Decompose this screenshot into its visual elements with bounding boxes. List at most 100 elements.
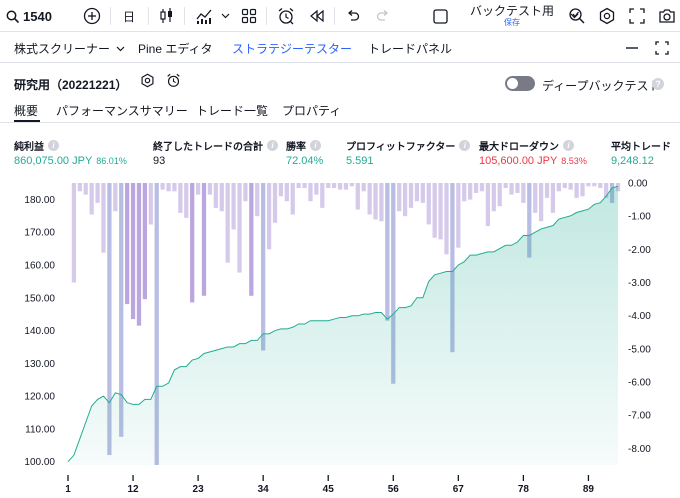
drawdown-bar — [178, 183, 183, 213]
drawdown-bar — [219, 183, 224, 212]
left-axis-tick-label: 150.00 — [24, 293, 55, 304]
info-icon[interactable]: i — [459, 139, 471, 151]
info-icon[interactable]: i — [563, 139, 574, 151]
symbol-label: 1540 — [23, 8, 52, 24]
strategy-alert-button[interactable] — [164, 73, 182, 92]
redo-icon — [376, 10, 390, 22]
drawdown-bar — [473, 183, 479, 193]
drawdown-bar — [190, 183, 195, 303]
tab-strategy-tester[interactable]: ストラテジーテスター — [232, 33, 352, 63]
indicators-button[interactable] — [192, 0, 216, 32]
minimize-panel-button[interactable] — [624, 37, 640, 59]
info-icon[interactable]: i — [48, 139, 59, 151]
indicators-dropdown[interactable] — [218, 0, 232, 32]
drawdown-bar — [89, 183, 94, 215]
subtab-properties[interactable]: プロパティ — [282, 102, 341, 119]
equity-drawdown-chart[interactable]: 100.00110.00120.00130.00140.00150.00160.… — [0, 172, 680, 498]
drawdown-bar — [302, 183, 307, 188]
rewind-icon — [309, 9, 325, 23]
metric-percent: 86.01% — [96, 156, 127, 166]
toolbar-divider — [110, 7, 111, 25]
drawdown-bar — [444, 183, 449, 255]
right-axis-tick-label: 0.00 — [628, 179, 648, 190]
info-icon[interactable]: i — [310, 139, 321, 151]
drawdown-bar — [113, 183, 118, 212]
replay-button[interactable] — [306, 0, 328, 32]
x-axis-tick-label: 45 — [323, 484, 335, 495]
x-axis-tick-label: 89 — [583, 484, 595, 495]
drawdown-bar — [343, 183, 349, 190]
snapshot-button[interactable] — [656, 0, 678, 32]
chevron-down-icon — [221, 13, 230, 19]
deep-backtest-label: ディープバックテスト — [542, 79, 661, 93]
subtab-performance-summary[interactable]: パフォーマンスサマリー — [56, 102, 188, 119]
toolbar-divider — [148, 7, 149, 25]
drawdown-bar — [568, 183, 573, 190]
right-axis-tick-label: -7.00 — [628, 411, 651, 422]
layout-save-checkbox[interactable] — [430, 0, 450, 32]
toolbar-divider — [266, 7, 267, 25]
help-icon[interactable]: ? — [652, 78, 664, 90]
left-axis-tick-label: 120.00 — [24, 392, 55, 403]
drawdown-bar — [201, 183, 207, 296]
chevron-down-icon — [116, 41, 125, 55]
x-axis-tick-label: 12 — [127, 484, 139, 495]
tab-trading-panel[interactable]: トレードパネル — [368, 33, 452, 63]
metric-label: 純利益 — [14, 141, 44, 153]
redo-button[interactable] — [372, 0, 394, 32]
right-axis-tick-label: -1.00 — [628, 212, 651, 223]
metric-label: プロフィットファクター — [346, 141, 456, 153]
drawdown-bar — [550, 183, 556, 213]
quick-search-button[interactable] — [566, 0, 588, 32]
chart-type-button[interactable] — [156, 0, 178, 32]
toolbar-divider — [334, 7, 335, 25]
equity-area — [68, 186, 618, 465]
drawdown-bar — [503, 183, 508, 188]
deep-backtest-toggle[interactable] — [505, 76, 535, 91]
strategy-settings-button[interactable] — [138, 73, 156, 92]
settings-button[interactable] — [596, 0, 618, 32]
right-axis-tick-label: -6.00 — [628, 378, 651, 389]
tab-stock-screener[interactable]: 株式スクリーナー — [14, 33, 125, 63]
metric-label: 終了したトレードの合計 — [153, 141, 263, 153]
drawdown-bar — [385, 183, 390, 321]
x-axis-tick-label: 56 — [388, 484, 400, 495]
drawdown-bar — [562, 183, 567, 188]
tab-label: 株式スクリーナー — [14, 41, 111, 56]
left-axis-tick-label: 100.00 — [24, 457, 55, 468]
interval-button[interactable]: 日 — [118, 0, 140, 32]
fullscreen-button[interactable] — [626, 0, 648, 32]
right-axis-tick-label: -2.00 — [628, 245, 651, 256]
drawdown-bar — [361, 183, 366, 192]
search-icon — [6, 10, 19, 23]
strategy-title: 研究用（20221221） — [14, 78, 128, 92]
drawdown-bar — [284, 183, 289, 202]
drawdown-bar — [533, 183, 538, 213]
layout-name-button[interactable]: バックテスト用 保存 — [456, 0, 568, 32]
drawdown-bar — [586, 183, 591, 187]
add-symbol-button[interactable] — [80, 0, 104, 32]
x-axis-tick-label: 34 — [258, 484, 270, 495]
alert-button[interactable] — [274, 0, 298, 32]
subtab-overview[interactable]: 概要 — [14, 102, 38, 119]
undo-button[interactable] — [342, 0, 364, 32]
drawdown-bar — [308, 183, 313, 202]
drawdown-bar — [337, 183, 343, 190]
alarm-clock-icon — [277, 7, 295, 25]
info-icon[interactable]: i — [267, 139, 278, 151]
metric-win-rate: 勝率 i 72.04% — [286, 139, 323, 167]
metric-net-profit: 純利益 i 860,075.00 JPY 86.01% — [14, 139, 127, 167]
symbol-search-button[interactable]: 1540 — [6, 0, 66, 32]
left-axis-tick-label: 180.00 — [24, 195, 55, 206]
drawdown-bar — [326, 183, 331, 188]
subtab-trade-list[interactable]: トレード一覧 — [196, 102, 268, 119]
tab-pine-editor[interactable]: Pine エディタ — [138, 33, 213, 63]
layout-button[interactable] — [238, 0, 260, 32]
bottom-panel-tabs: 株式スクリーナー Pine エディタ ストラテジーテスター トレードパネル — [0, 33, 680, 63]
metric-label: 勝率 — [286, 141, 306, 153]
drawdown-bar — [515, 183, 520, 193]
save-status: 保存 — [504, 17, 520, 27]
drawdown-bar — [160, 183, 165, 190]
maximize-panel-button[interactable] — [652, 37, 672, 59]
drawdown-bar — [266, 183, 272, 250]
